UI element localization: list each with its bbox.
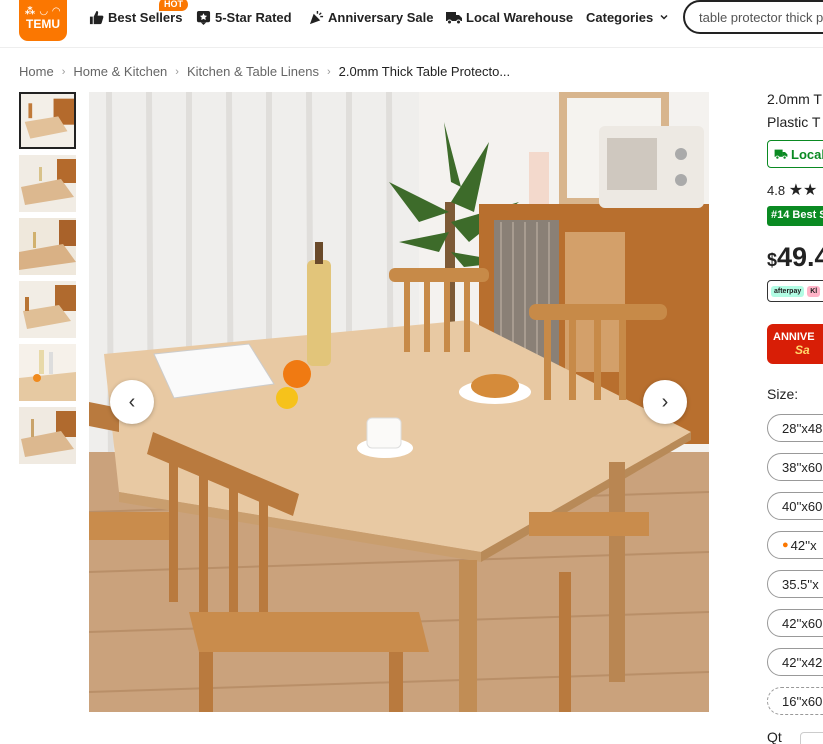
breadcrumb-chevron-icon: › [327, 65, 331, 78]
nav-five-star-rated[interactable]: 5-Star Rated [195, 0, 292, 34]
afterpay-logo: afterpay [771, 285, 805, 297]
star-icon: ★ [788, 182, 804, 199]
chevron-left-icon: ‹ [128, 390, 136, 413]
nav-label: Local Warehouse [466, 9, 574, 25]
payment-options[interactable]: afterpay Kl [767, 280, 823, 302]
size-option-unavailable[interactable]: 16''x60 [767, 687, 823, 715]
nav-local-warehouse[interactable]: Local Warehouse [446, 0, 573, 34]
temu-logo[interactable]: ⁂ ◡ ◠ TEMU [19, 0, 67, 41]
next-image-button[interactable]: › [643, 380, 687, 424]
breadcrumb-chevron-icon: › [175, 65, 179, 78]
thumbnail-1[interactable] [19, 92, 76, 149]
size-option-label: 42''x [790, 537, 817, 553]
thumbnail-3[interactable] [19, 218, 76, 275]
nav-label: Best Sellers [108, 9, 183, 25]
nav-label: Anniversary Sale [328, 9, 434, 25]
price: $49.4 [767, 242, 823, 273]
size-option[interactable]: 38''x60 [767, 453, 823, 481]
klarna-logo: Kl [807, 285, 821, 297]
logo-symbols: ⁂ ◡ ◠ [24, 6, 62, 17]
chevron-right-icon: › [661, 390, 669, 413]
best-seller-badge[interactable]: #14 Best S [767, 206, 823, 226]
fire-icon: ● [782, 539, 789, 551]
size-option[interactable]: 28''x48 [767, 414, 823, 442]
hot-badge: HOT [159, 0, 188, 11]
size-option[interactable]: 42''x60 [767, 609, 823, 637]
size-option[interactable]: 40''x60 [767, 492, 823, 520]
party-popper-icon [308, 9, 324, 25]
rating-value: 4.8 [767, 183, 786, 198]
breadcrumb: Home › Home & Kitchen › Kitchen & Table … [19, 64, 510, 79]
chevron-down-icon [656, 9, 672, 25]
main-product-image[interactable] [89, 92, 709, 712]
breadcrumb-current: 2.0mm Thick Table Protecto... [338, 64, 511, 79]
product-info-panel: 2.0mm T Plastic T Local 4.8 ★★ #14 Best … [767, 88, 823, 744]
quantity-label: Qt [767, 729, 782, 744]
star-icon: ★ [803, 182, 818, 199]
breadcrumb-home[interactable]: Home [19, 64, 54, 79]
thumbnail-6[interactable] [19, 407, 76, 464]
breadcrumb-chevron-icon: › [61, 65, 66, 78]
price-value: 49.4 [777, 242, 823, 272]
size-option[interactable]: 42''x42 [767, 648, 823, 676]
local-badge-label: Local [791, 146, 823, 162]
size-option[interactable]: 35.5''x [767, 570, 823, 598]
quantity-select[interactable] [800, 732, 823, 744]
truck-icon [446, 9, 462, 25]
prev-image-button[interactable]: ‹ [110, 380, 154, 424]
anniversary-sale-banner[interactable]: ANNIVE Sa [767, 324, 823, 364]
nav-label: 5-Star Rated [215, 9, 292, 25]
thumbnail-5[interactable] [19, 344, 76, 401]
logo-text: TEMU [26, 17, 60, 31]
local-warehouse-badge[interactable]: Local [767, 140, 823, 168]
product-title-line1: 2.0mm T [767, 91, 822, 107]
nav-label: Categories [586, 9, 654, 25]
truck-icon [774, 148, 788, 160]
star-badge-icon [195, 9, 211, 25]
search-value: table protector thick p [699, 9, 823, 25]
anniversary-line2: Sa [795, 343, 810, 357]
thumbnail-4[interactable] [19, 281, 76, 338]
breadcrumb-home-kitchen[interactable]: Home & Kitchen [73, 64, 167, 79]
price-currency: $ [767, 250, 778, 270]
rating-row[interactable]: 4.8 ★★ [767, 180, 817, 200]
thumbs-up-icon [88, 9, 104, 25]
nav-categories[interactable]: Categories [586, 0, 672, 34]
size-label: Size: [767, 386, 799, 402]
size-option-hot[interactable]: ● 42''x [767, 531, 823, 559]
breadcrumb-kitchen-linens[interactable]: Kitchen & Table Linens [187, 64, 319, 79]
product-title-line2: Plastic T [767, 114, 821, 130]
nav-anniversary-sale[interactable]: Anniversary Sale [308, 0, 434, 34]
top-header: ⁂ ◡ ◠ TEMU Best Sellers HOT 5-Star Rated… [0, 0, 823, 48]
search-input[interactable]: table protector thick p [683, 0, 823, 34]
thumbnail-2[interactable] [19, 155, 76, 212]
